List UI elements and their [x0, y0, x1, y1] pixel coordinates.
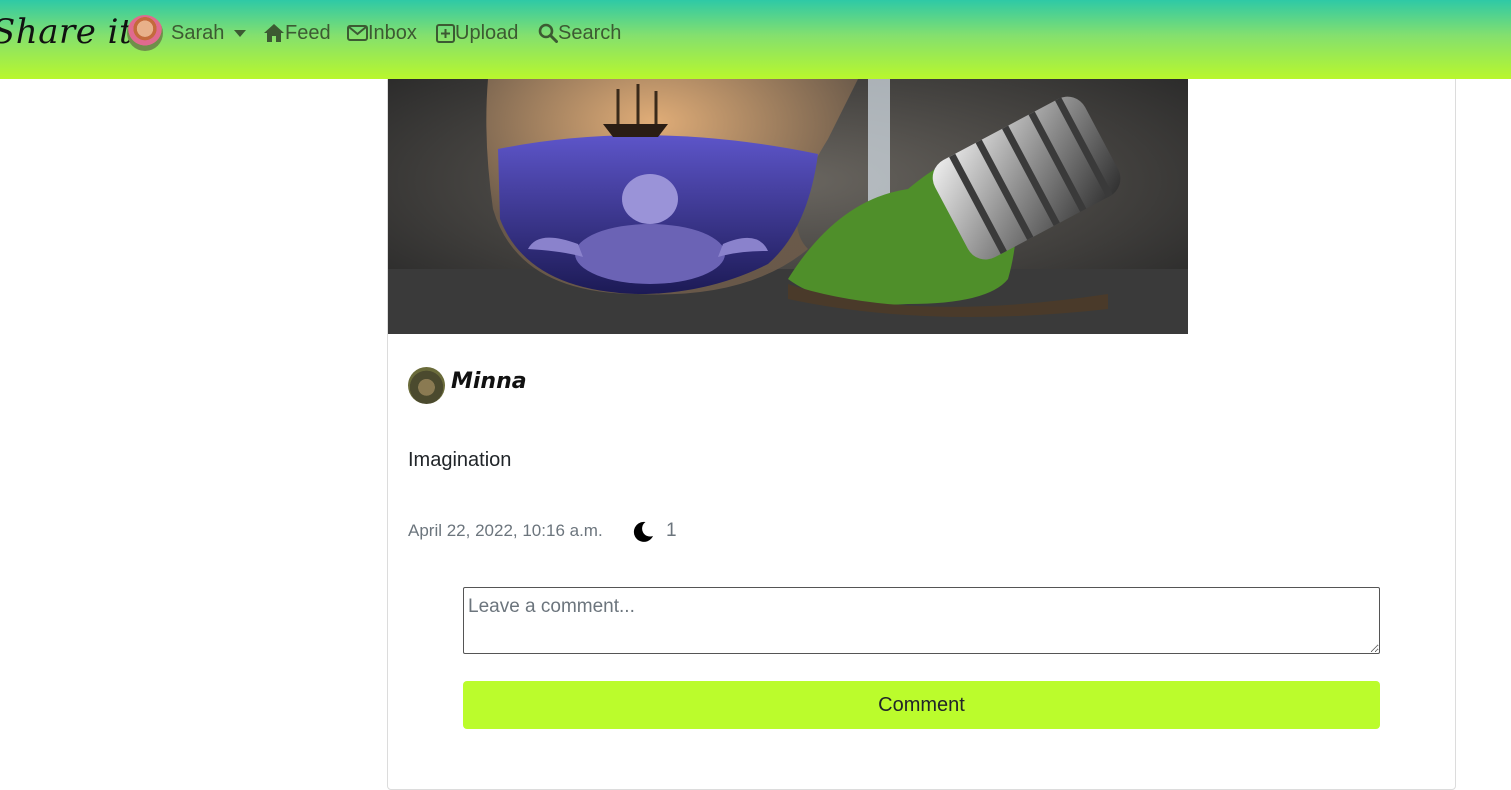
post-image: [388, 79, 1188, 334]
comment-input[interactable]: [463, 587, 1380, 654]
nav-link-upload-label: Upload: [455, 21, 519, 44]
chevron-down-icon: [234, 29, 247, 37]
brand-logo[interactable]: Share it: [0, 12, 133, 52]
nav-link-inbox-label: Inbox: [368, 21, 417, 44]
comment-submit-button[interactable]: Comment: [463, 681, 1380, 729]
nav-link-inbox[interactable]: Inbox: [347, 20, 417, 46]
post-photo: [388, 79, 1188, 334]
plus-square-icon: [436, 23, 455, 43]
search-icon: [538, 23, 558, 43]
top-navbar: Share it Sarah Feed Inbox Upload Search: [0, 0, 1511, 79]
home-icon: [264, 24, 284, 42]
post-timestamp: April 22, 2022, 10:16 a.m.: [408, 521, 603, 540]
user-avatar: [127, 15, 163, 51]
nav-link-search[interactable]: Search: [538, 20, 621, 46]
nav-link-feed-label: Feed: [285, 21, 331, 44]
user-name: Sarah: [171, 21, 225, 44]
author-name[interactable]: Minna: [451, 369, 527, 394]
nav-link-upload[interactable]: Upload: [436, 20, 518, 46]
post-caption: Imagination: [408, 449, 512, 471]
author-avatar[interactable]: [408, 367, 445, 404]
nav-link-feed[interactable]: Feed: [263, 20, 331, 46]
user-menu-dropdown[interactable]: Sarah: [127, 15, 247, 51]
envelope-icon: [347, 25, 368, 41]
like-count: 1: [666, 520, 677, 541]
nav-link-search-label: Search: [558, 21, 622, 44]
moon-icon[interactable]: [631, 520, 655, 544]
